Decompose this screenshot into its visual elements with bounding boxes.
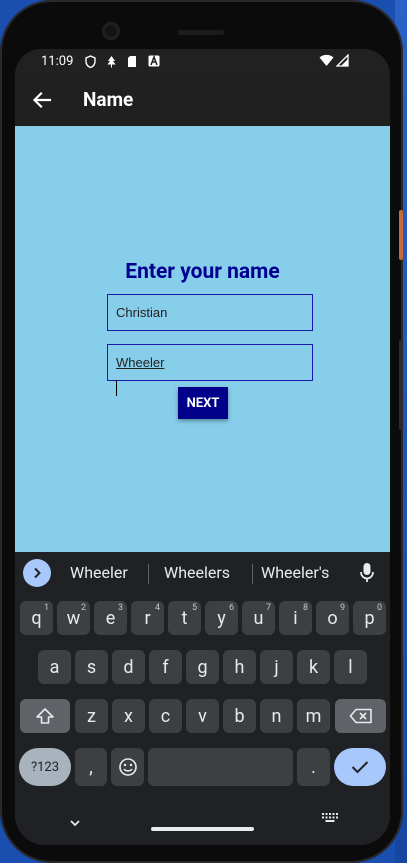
backspace-key[interactable] bbox=[335, 699, 386, 733]
first-name-value: Christian bbox=[116, 305, 168, 320]
microphone-icon[interactable] bbox=[358, 561, 376, 585]
key-w[interactable]: w2 bbox=[57, 601, 90, 635]
navigation-bar bbox=[15, 804, 390, 845]
space-bar[interactable] bbox=[148, 748, 293, 786]
key-hint: 1 bbox=[43, 603, 49, 613]
key-label: q bbox=[31, 607, 42, 629]
phone-frame: 11:09 Name Enter your name Christian Whe… bbox=[0, 0, 403, 863]
shift-icon bbox=[36, 708, 54, 724]
front-camera bbox=[102, 22, 120, 40]
power-button bbox=[399, 210, 403, 260]
tree-icon bbox=[107, 56, 116, 68]
key-label: e bbox=[105, 607, 116, 629]
earpiece bbox=[178, 30, 224, 35]
suggestion-2[interactable]: Wheelers bbox=[164, 563, 230, 582]
comma-key[interactable]: , bbox=[75, 748, 107, 786]
app-bar: Name bbox=[15, 75, 390, 126]
status-time: 11:09 bbox=[41, 54, 74, 69]
key-hint: 6 bbox=[228, 603, 234, 613]
key-d[interactable]: d bbox=[112, 650, 145, 684]
soft-keyboard: Wheeler Wheelers Wheeler's q1 w2 e3 r4 t… bbox=[15, 552, 390, 845]
key-label: u bbox=[253, 607, 264, 629]
key-label: t bbox=[181, 607, 188, 629]
suggestion-3[interactable]: Wheeler's bbox=[261, 563, 329, 582]
key-label: w bbox=[66, 607, 81, 629]
form-area: Enter your name Christian Wheeler NEXT bbox=[15, 126, 390, 552]
backspace-icon bbox=[349, 708, 372, 724]
suggestion-1[interactable]: Wheeler bbox=[70, 563, 128, 582]
back-arrow-icon[interactable] bbox=[31, 89, 53, 111]
key-hint: 4 bbox=[154, 603, 160, 613]
sd-card-icon bbox=[128, 56, 136, 67]
emoji-key[interactable] bbox=[111, 748, 144, 786]
last-name-value: Wheeler bbox=[116, 355, 165, 370]
key-l[interactable]: l bbox=[334, 650, 367, 684]
key-hint: 7 bbox=[265, 603, 271, 613]
key-t[interactable]: t5 bbox=[168, 601, 201, 635]
key-o[interactable]: o9 bbox=[316, 601, 349, 635]
key-a[interactable]: a bbox=[38, 650, 71, 684]
key-u[interactable]: u7 bbox=[242, 601, 275, 635]
home-gesture-bar[interactable] bbox=[151, 827, 254, 831]
emoji-icon bbox=[118, 758, 137, 776]
wifi-icon bbox=[319, 54, 334, 66]
key-v[interactable]: v bbox=[186, 699, 219, 733]
key-label: y bbox=[217, 607, 226, 629]
period-key[interactable]: . bbox=[297, 748, 330, 786]
key-i[interactable]: i8 bbox=[279, 601, 312, 635]
symbols-key[interactable]: ?123 bbox=[19, 748, 71, 786]
key-label: o bbox=[327, 607, 338, 629]
key-label: r bbox=[144, 607, 151, 629]
text-cursor bbox=[116, 380, 117, 396]
status-bar: 11:09 bbox=[15, 49, 390, 75]
form-heading: Enter your name bbox=[125, 260, 280, 284]
first-name-field[interactable]: Christian bbox=[107, 294, 313, 331]
key-s[interactable]: s bbox=[75, 650, 108, 684]
key-h[interactable]: h bbox=[223, 650, 256, 684]
key-g[interactable]: g bbox=[186, 650, 219, 684]
key-m[interactable]: m bbox=[297, 699, 330, 733]
key-hint: 3 bbox=[117, 603, 123, 613]
key-b[interactable]: b bbox=[223, 699, 256, 733]
hide-keyboard-chevron-icon[interactable] bbox=[69, 818, 81, 828]
enter-done-key[interactable] bbox=[334, 748, 386, 786]
key-x[interactable]: x bbox=[112, 699, 145, 733]
chevron-right-icon bbox=[34, 567, 41, 579]
key-label: p bbox=[364, 607, 375, 629]
key-k[interactable]: k bbox=[297, 650, 330, 684]
key-hint: 0 bbox=[376, 603, 382, 613]
suggestion-strip: Wheeler Wheelers Wheeler's bbox=[15, 552, 390, 592]
expand-toolbar-button[interactable] bbox=[23, 559, 51, 587]
screen: 11:09 Name Enter your name Christian Whe… bbox=[15, 49, 390, 845]
accessibility-a-icon bbox=[148, 55, 160, 67]
key-hint: 5 bbox=[191, 603, 197, 613]
shield-icon bbox=[85, 55, 96, 68]
key-j[interactable]: j bbox=[260, 650, 293, 684]
key-hint: 8 bbox=[302, 603, 308, 613]
key-hint: 2 bbox=[80, 603, 86, 613]
shift-key[interactable] bbox=[20, 699, 70, 733]
key-p[interactable]: p0 bbox=[353, 601, 386, 635]
suggestion-divider bbox=[252, 564, 253, 584]
volume-button bbox=[399, 340, 403, 430]
cellular-signal-icon bbox=[336, 54, 349, 67]
key-c[interactable]: c bbox=[149, 699, 182, 733]
key-e[interactable]: e3 bbox=[94, 601, 127, 635]
key-q[interactable]: q1 bbox=[20, 601, 53, 635]
checkmark-icon bbox=[351, 761, 369, 774]
last-name-field[interactable]: Wheeler bbox=[107, 344, 313, 396]
key-f[interactable]: f bbox=[149, 650, 182, 684]
key-n[interactable]: n bbox=[260, 699, 293, 733]
key-label: i bbox=[293, 607, 298, 629]
key-hint: 9 bbox=[339, 603, 345, 613]
page-title: Name bbox=[83, 88, 134, 111]
suggestion-divider bbox=[148, 564, 149, 584]
key-z[interactable]: z bbox=[75, 699, 108, 733]
key-r[interactable]: r4 bbox=[131, 601, 164, 635]
keyboard-switch-icon[interactable] bbox=[322, 813, 338, 823]
key-y[interactable]: y6 bbox=[205, 601, 238, 635]
next-button[interactable]: NEXT bbox=[178, 387, 228, 419]
